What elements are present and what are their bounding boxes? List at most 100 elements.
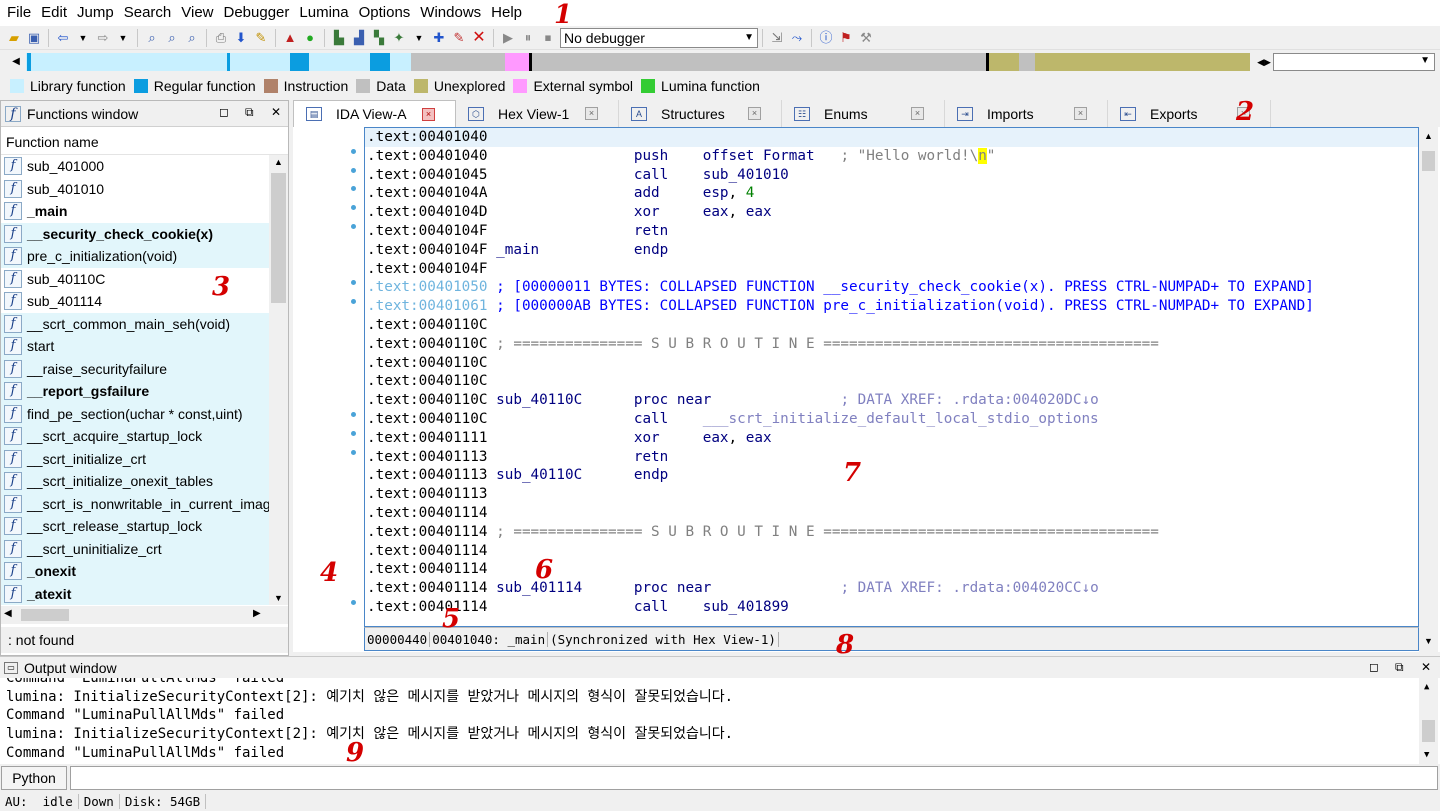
disassembly-line[interactable]: .text:00401114 (365, 560, 488, 579)
tab-hex-view-1[interactable]: ⬡ Hex View-1 × (456, 100, 619, 127)
search-text-icon[interactable]: ⌕ (143, 29, 161, 47)
close-icon[interactable]: ✕ (1421, 660, 1431, 674)
nav-select[interactable]: ▼ (1273, 53, 1435, 71)
scroll-up-icon[interactable]: ▲ (274, 157, 283, 167)
scroll-right-icon[interactable]: ▶ (253, 608, 261, 619)
function-list-item[interactable]: f __scrt_uninitialize_crt (1, 537, 269, 560)
scrollbar-thumb[interactable] (1422, 151, 1435, 171)
function-list-item[interactable]: f __scrt_initialize_onexit_tables (1, 470, 269, 493)
function-list-item[interactable]: f __scrt_initialize_crt (1, 447, 269, 470)
disassembly-line[interactable]: .text:0040110C (365, 354, 488, 373)
function-list-item[interactable]: f __report_gsfailure (1, 380, 269, 403)
float-icon[interactable]: ⧉ (1395, 660, 1404, 675)
disassembly-listing[interactable]: .text:00401040 .text:00401040 push offset… (364, 127, 1419, 627)
stop-icon[interactable]: ⏹ (539, 29, 557, 47)
save-icon[interactable]: ▣ (25, 29, 43, 47)
dropdown-arrow-icon[interactable]: ▼ (114, 29, 132, 47)
plugin-icon[interactable]: ✚ (430, 29, 448, 47)
function-list-item[interactable]: f sub_401010 (1, 178, 269, 201)
open-file-icon[interactable]: ▰ (5, 29, 23, 47)
disassembly-line[interactable]: .text:0040110C call ___scrt_initialize_d… (365, 410, 1099, 429)
disassembly-line[interactable]: .text:00401113 (365, 485, 488, 504)
disassembly-line[interactable]: .text:00401114 ; =============== S U B R… (365, 523, 1159, 542)
disassembly-line[interactable]: .text:00401040 push offset Format ; "Hel… (365, 147, 995, 166)
menu-view[interactable]: View (176, 0, 218, 26)
disassembly-line[interactable]: .text:00401114 (365, 542, 488, 561)
disassembly-line[interactable]: .text:00401114 sub_401114 proc near ; DA… (365, 579, 1099, 598)
disassembly-line[interactable]: .text:00401045 call sub_401010 (365, 166, 789, 185)
python-language-button[interactable]: Python (1, 766, 67, 790)
scrollbar-thumb[interactable] (271, 173, 286, 303)
tab-imports[interactable]: ⇥ Imports × (945, 100, 1108, 127)
tab-enums[interactable]: ☷ Enums × (782, 100, 945, 127)
back-arrow-icon[interactable]: ⇦ (54, 29, 72, 47)
scroll-up-icon[interactable]: ▲ (1424, 131, 1433, 141)
scroll-down-icon[interactable]: ▼ (1424, 750, 1429, 760)
close-icon[interactable]: × (748, 107, 761, 120)
function-list-item[interactable]: f start (1, 335, 269, 358)
scrollbar-thumb[interactable] (21, 609, 69, 621)
scroll-up-icon[interactable]: ▲ (1424, 682, 1429, 692)
dropdown-arrow-icon[interactable]: ▼ (410, 29, 428, 47)
output-log[interactable]: Command "LuminaPullAllMds" failed lumina:… (0, 678, 1440, 764)
print-icon[interactable]: ⎙ (212, 29, 230, 47)
column-header-function-name[interactable]: Function name (1, 127, 288, 155)
menu-file[interactable]: File (2, 0, 36, 26)
info-icon[interactable]: ⓘ (817, 29, 835, 47)
graph-view-icon[interactable]: ▲ (281, 29, 299, 47)
chart-icon[interactable]: ▟ (350, 29, 368, 47)
close-icon[interactable]: × (585, 107, 598, 120)
disassembly-line[interactable]: .text:0040110C (365, 372, 488, 391)
close-icon[interactable]: × (422, 108, 435, 121)
disassembly-vertical-scrollbar[interactable]: ▲ ▼ (1419, 127, 1438, 652)
step-into-icon[interactable]: ⇲ (768, 29, 786, 47)
function-list-item[interactable]: f __security_check_cookie(x) (1, 222, 269, 245)
disassembly-line[interactable]: .text:0040110C ; =============== S U B R… (365, 335, 1159, 354)
navigation-bar[interactable] (26, 53, 1250, 71)
function-list-item[interactable]: f __raise_securityfailure (1, 357, 269, 380)
output-vertical-scrollbar[interactable]: ▲ ▼ (1419, 678, 1438, 764)
tools-icon[interactable]: ⚒ (857, 29, 875, 47)
nav-arrows-icon[interactable]: ◀▶ (1255, 53, 1273, 71)
disassembly-line[interactable]: .text:0040104F _main endp (365, 241, 668, 260)
menu-lumina[interactable]: Lumina (294, 0, 353, 26)
menu-windows[interactable]: Windows (415, 0, 486, 26)
function-list-item[interactable]: f _onexit (1, 560, 269, 583)
functions-horizontal-scrollbar[interactable]: ◀ ▶ (1, 606, 288, 624)
command-input[interactable] (70, 766, 1438, 790)
function-list-item[interactable]: f __scrt_acquire_startup_lock (1, 425, 269, 448)
function-list-item[interactable]: f _atexit (1, 582, 269, 605)
chart-icon[interactable]: ✦ (390, 29, 408, 47)
function-list-item[interactable]: f __scrt_release_startup_lock (1, 515, 269, 538)
edit-icon[interactable]: ✎ (450, 29, 468, 47)
tab-structures[interactable]: A Structures × (619, 100, 782, 127)
disassembly-line[interactable]: .text:00401114 call sub_401899 (365, 598, 789, 617)
breakpoint-icon[interactable]: ⚑ (837, 29, 855, 47)
disassembly-line[interactable]: .text:0040110C (365, 316, 488, 335)
close-icon[interactable]: × (911, 107, 924, 120)
step-over-icon[interactable]: ⤳ (788, 29, 806, 47)
dropdown-arrow-icon[interactable]: ▼ (74, 29, 92, 47)
restore-icon[interactable]: ◻ (1369, 660, 1379, 674)
search-immediate-icon[interactable]: ⌕ (183, 29, 201, 47)
function-list-item[interactable]: f sub_401000 (1, 155, 269, 178)
menu-help[interactable]: Help (486, 0, 527, 26)
play-icon[interactable]: ▶ (499, 29, 517, 47)
function-list-item[interactable]: f __scrt_is_nonwritable_in_current_imag (1, 492, 269, 515)
menu-search[interactable]: Search (119, 0, 177, 26)
disassembly-line[interactable]: .text:0040104A add esp, 4 (365, 184, 754, 203)
debugger-select[interactable]: No debugger ▼ (560, 27, 758, 48)
search-binary-icon[interactable]: ⌕ (163, 29, 181, 47)
disassembly-line[interactable]: .text:00401061 ; [000000AB BYTES: COLLAP… (365, 297, 1314, 316)
scrollbar-thumb[interactable] (1422, 720, 1435, 742)
menu-edit[interactable]: Edit (36, 0, 72, 26)
functions-vertical-scrollbar[interactable]: ▲ ▼ (269, 155, 288, 605)
scroll-left-icon[interactable]: ◀ (4, 608, 12, 619)
menu-options[interactable]: Options (354, 0, 416, 26)
disassembly-line[interactable]: .text:00401113 retn (365, 448, 668, 467)
disassembly-line[interactable]: .text:0040104F (365, 260, 488, 279)
function-list-item[interactable]: f pre_c_initialization(void) (1, 245, 269, 268)
restore-icon[interactable]: ◻ (219, 105, 229, 119)
close-red-icon[interactable]: ✕ (470, 29, 488, 47)
chart-icon[interactable]: ▚ (370, 29, 388, 47)
